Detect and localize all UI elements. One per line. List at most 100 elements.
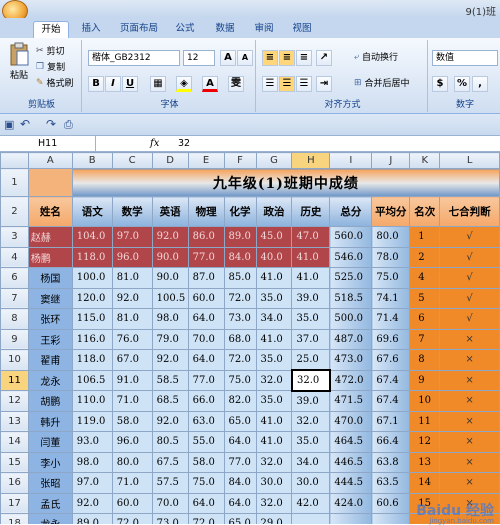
print-preview-icon[interactable]: ⎙ xyxy=(64,118,73,132)
score-cell[interactable]: 41.0 xyxy=(255,410,293,432)
score-cell[interactable]: 11 xyxy=(409,410,441,432)
score-cell[interactable]: 97.0 xyxy=(71,472,113,494)
score-cell[interactable]: 444.5 xyxy=(329,472,373,494)
column-title-11[interactable]: 名次 xyxy=(409,196,441,227)
score-cell[interactable]: 85.0 xyxy=(223,267,257,289)
score-cell[interactable]: 67.1 xyxy=(371,410,411,432)
score-cell[interactable]: 41.0 xyxy=(291,246,331,268)
score-cell[interactable]: 81.0 xyxy=(111,267,153,289)
font-name-select[interactable]: 楷体_GB2312 xyxy=(88,50,180,66)
score-cell[interactable]: 90.0 xyxy=(151,267,189,289)
score-cell[interactable]: 39.0 xyxy=(291,287,331,309)
score-cell[interactable]: 92.0 xyxy=(71,492,113,514)
paste-button[interactable]: 粘贴 xyxy=(6,42,32,81)
score-cell[interactable]: 115.0 xyxy=(71,308,113,330)
score-cell[interactable]: 35.0 xyxy=(255,390,293,412)
row-header[interactable]: 15 xyxy=(0,451,29,473)
score-cell[interactable]: 67.6 xyxy=(371,349,411,371)
score-cell[interactable]: 92.0 xyxy=(151,226,189,248)
grow-font-button[interactable]: A xyxy=(220,50,237,66)
score-cell[interactable]: 82.0 xyxy=(223,390,257,412)
column-title-10[interactable]: 平均分 xyxy=(371,196,411,227)
column-title-5[interactable]: 物理 xyxy=(187,196,225,227)
score-cell[interactable]: 73.0 xyxy=(223,308,257,330)
student-name-cell[interactable]: 张环 xyxy=(27,308,73,330)
score-cell[interactable] xyxy=(371,513,411,524)
score-cell[interactable]: 60.0 xyxy=(187,287,225,309)
score-cell[interactable]: 63.8 xyxy=(371,451,411,473)
score-cell[interactable]: × xyxy=(439,431,500,453)
score-cell[interactable]: 73.0 xyxy=(151,513,189,524)
score-cell[interactable]: 25.0 xyxy=(291,349,331,371)
column-header-f[interactable]: F xyxy=(223,152,257,169)
score-cell[interactable]: 464.5 xyxy=(329,431,373,453)
score-cell[interactable]: √ xyxy=(439,246,500,268)
score-cell[interactable]: 86.0 xyxy=(187,226,225,248)
score-cell[interactable]: × xyxy=(439,328,500,350)
score-cell[interactable]: 67.5 xyxy=(151,451,189,473)
column-header-h[interactable]: H xyxy=(291,152,331,169)
score-cell[interactable]: 471.5 xyxy=(329,390,373,412)
row-header-2[interactable]: 2 xyxy=(0,196,29,227)
column-header-j[interactable]: J xyxy=(371,152,411,169)
score-cell[interactable]: 424.0 xyxy=(329,492,373,514)
phonetic-button[interactable]: 雯 xyxy=(228,76,245,92)
score-cell[interactable]: 32.0 xyxy=(255,369,293,391)
comma-button[interactable]: , xyxy=(472,76,489,92)
score-cell[interactable]: 84.0 xyxy=(223,246,257,268)
score-cell[interactable]: 89.0 xyxy=(223,226,257,248)
score-cell[interactable]: 546.0 xyxy=(329,246,373,268)
score-cell[interactable]: 34.0 xyxy=(291,451,331,473)
font-size-select[interactable]: 12 xyxy=(183,50,215,66)
score-cell[interactable]: 30.0 xyxy=(255,472,293,494)
score-cell[interactable]: 72.0 xyxy=(111,513,153,524)
score-cell[interactable]: 120.0 xyxy=(71,287,113,309)
align-left-button[interactable]: ☰ xyxy=(262,76,279,92)
score-cell[interactable]: 70.0 xyxy=(187,328,225,350)
row-header[interactable]: 14 xyxy=(0,431,29,453)
row-header[interactable]: 18 xyxy=(0,513,29,524)
redo-icon[interactable]: ↷ xyxy=(46,117,56,131)
column-title-2[interactable]: 语文 xyxy=(71,196,113,227)
score-cell[interactable]: 34.0 xyxy=(255,308,293,330)
font-color-button[interactable]: A xyxy=(202,76,219,92)
score-cell[interactable]: 71.0 xyxy=(111,390,153,412)
column-header-k[interactable]: K xyxy=(409,152,441,169)
score-cell[interactable]: 84.0 xyxy=(223,472,257,494)
score-cell[interactable]: 72.0 xyxy=(223,349,257,371)
cut-button[interactable]: ✂ 剪切 xyxy=(36,44,65,58)
tab-view[interactable]: 视图 xyxy=(287,21,317,38)
score-cell[interactable]: 93.0 xyxy=(71,431,113,453)
student-name-cell[interactable]: 李小 xyxy=(27,451,73,473)
score-cell[interactable]: 65.0 xyxy=(223,513,257,524)
score-cell[interactable]: 560.0 xyxy=(329,226,373,248)
score-cell[interactable]: 81.0 xyxy=(111,308,153,330)
tab-formulas[interactable]: 公式 xyxy=(170,21,200,38)
column-title-1[interactable]: 姓名 xyxy=(27,196,73,227)
score-cell[interactable]: √ xyxy=(439,267,500,289)
score-cell[interactable]: 71.0 xyxy=(111,472,153,494)
score-cell[interactable]: 7 xyxy=(409,328,441,350)
score-cell[interactable]: 45.0 xyxy=(255,226,293,248)
score-cell[interactable]: 70.0 xyxy=(151,492,189,514)
score-cell[interactable]: 35.0 xyxy=(291,431,331,453)
student-name-cell[interactable]: 杨国 xyxy=(27,267,73,289)
score-cell[interactable]: 32.0 xyxy=(291,410,331,432)
score-cell[interactable]: 14 xyxy=(409,472,441,494)
sheet-title[interactable]: 九年级(1)班期中成绩 xyxy=(71,168,500,197)
tab-page-layout[interactable]: 页面布局 xyxy=(113,21,165,38)
score-cell[interactable]: 29.0 xyxy=(255,513,293,524)
score-cell[interactable]: 518.5 xyxy=(329,287,373,309)
tab-home[interactable]: 开始 xyxy=(33,21,69,38)
column-header-g[interactable]: G xyxy=(255,152,293,169)
score-cell[interactable]: 473.0 xyxy=(329,349,373,371)
italic-button[interactable]: I xyxy=(105,76,122,92)
student-name-cell[interactable]: 孟氏 xyxy=(27,492,73,514)
column-header-a[interactable]: A xyxy=(27,152,73,169)
student-name-cell[interactable]: 杨鹏 xyxy=(27,246,73,268)
score-cell[interactable]: 89.0 xyxy=(71,513,113,524)
score-cell[interactable]: 91.0 xyxy=(111,369,153,391)
cell-a1[interactable] xyxy=(27,168,73,197)
tab-insert[interactable]: 插入 xyxy=(76,21,106,38)
score-cell[interactable]: 118.0 xyxy=(71,246,113,268)
